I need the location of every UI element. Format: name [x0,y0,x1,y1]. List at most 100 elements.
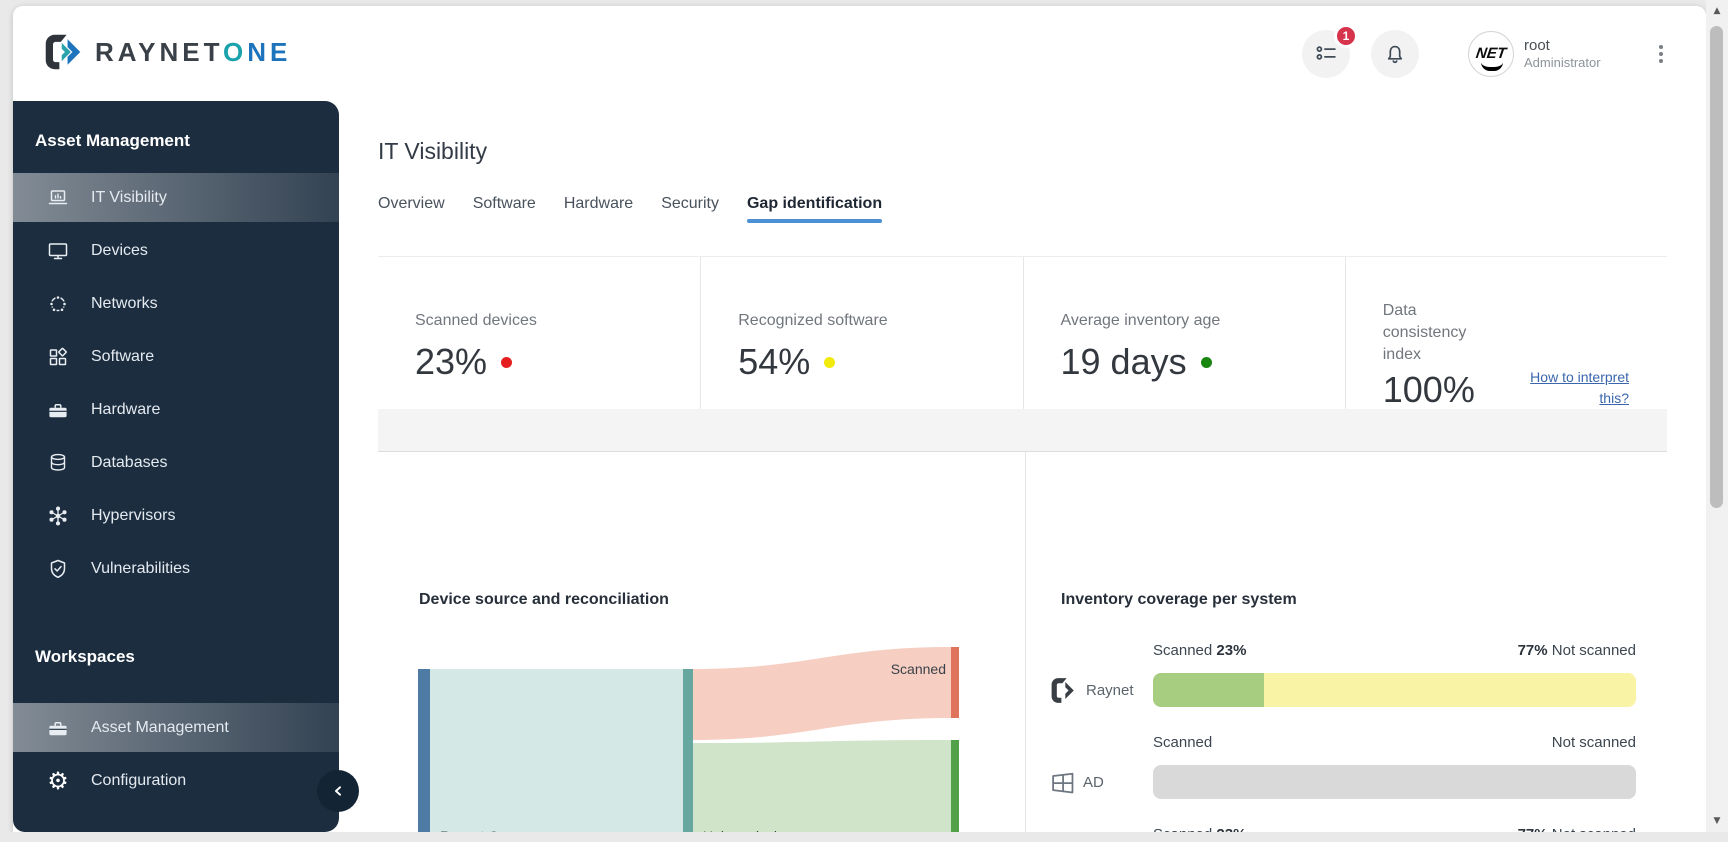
sankey-title: Device source and reconciliation [419,591,669,608]
sankey-flow-source [430,669,683,832]
coverage-bar-no-data [1153,765,1636,799]
stat-card-average-inventory-age: Average inventory age 19 days [1022,257,1345,409]
user-meta: root Administrator [1524,37,1642,70]
sidebar-item-configuration[interactable]: ⚙ Configuration [13,756,339,805]
coverage-bar-scanned-segment [1153,673,1265,707]
stat-value: 19 days [1060,341,1187,382]
sidebar-item-label: IT Visibility [91,188,167,206]
scrollbar-thumb[interactable] [1710,26,1723,508]
sankey-node-not-scanned [951,740,959,832]
app-window: RAYNETONE 1 NET root Administrator Asset… [13,6,1706,832]
coverage-bar-notscanned-segment [1264,673,1636,707]
page-title: IT Visibility [378,138,488,164]
sidebar-item-label: Networks [91,294,158,312]
sidebar-item-hypervisors[interactable]: Hypervisors [13,491,339,540]
panel-divider [1025,452,1026,832]
sankey-label-scanned: Scanned [891,661,946,677]
stat-value: 54% [738,341,811,382]
sidebar: Asset Management IT Visibility Devices N… [13,101,339,832]
tab-overview[interactable]: Overview [378,192,445,223]
raynet-logo-icon [1051,677,1074,703]
page-bottom-strip [0,832,1728,842]
stat-value: 23% [415,341,488,382]
tab-security[interactable]: Security [661,192,719,223]
sidebar-item-label: Vulnerabilities [91,559,191,577]
avatar-text: NET [1474,45,1508,62]
user-name: root [1524,37,1550,54]
scroll-up-arrow[interactable]: ▲ [1706,2,1728,20]
status-dot [1200,356,1212,368]
sidebar-item-label: Hypervisors [91,506,176,524]
scroll-down-arrow[interactable]: ▼ [1706,812,1728,830]
tab-hardware[interactable]: Hardware [564,192,633,223]
sidebar-item-label: Configuration [91,771,187,789]
coverage-title: Inventory coverage per system [1061,591,1297,608]
vertical-scrollbar[interactable]: ▲ ▼ [1706,0,1728,832]
main-content: IT Visibility Overview Software Hardware… [339,101,1706,832]
coverage-row-raynet: Scanned 23% 77% Not scanned Raynet [1049,642,1636,712]
chevron-left-icon [334,786,342,796]
sidebar-item-label: Hardware [91,400,161,418]
sidebar-workspace-list: Asset Management ⚙ Configuration [13,703,339,805]
user-role: Administrator [1524,55,1601,70]
system-label-ad: AD [1049,765,1149,799]
cards-scroll-track[interactable] [378,409,1667,452]
top-header: RAYNETONE 1 NET root Administrator [13,6,1706,101]
sankey-flow-not-scanned [693,740,951,832]
sidebar-item-label: Asset Management [91,718,229,736]
sidebar-list: IT Visibility Devices Networks Software … [13,173,339,593]
stat-label: Recognized software [738,312,888,329]
notifications-button[interactable] [1371,29,1419,78]
laptop-icon [47,187,69,209]
raynetone-logo-icon [45,34,81,70]
tasks-icon [1316,46,1336,60]
sidebar-item-label: Devices [91,241,148,259]
shield-check-icon [47,558,69,580]
tasks-badge: 1 [1334,23,1358,48]
avatar[interactable]: NET [1468,30,1514,77]
sidebar-item-devices[interactable]: Devices [13,226,339,275]
not-scanned-label: Not scanned [1551,734,1636,751]
toolbox-icon [47,399,69,421]
sidebar-item-networks[interactable]: Networks [13,279,339,328]
sankey-node-unique-devices [683,669,693,832]
scanned-label: Scanned 23% [1153,642,1247,659]
stat-card-data-consistency-index: Data consistency index 100% How to inter… [1344,257,1667,410]
not-scanned-label: 77% Not scanned [1517,642,1636,659]
coverage-row-ad: Scanned Not scanned AD [1049,734,1636,804]
tasks-button[interactable]: 1 [1302,23,1358,78]
sidebar-item-vulnerabilities[interactable]: Vulnerabilities [13,544,339,593]
sidebar-section-title: Workspaces [35,647,135,666]
status-dot [824,356,836,368]
system-label-raynet: Raynet [1049,673,1149,707]
sidebar-section-title: Asset Management [35,131,190,150]
tab-bar: Overview Software Hardware Security Gap … [378,192,883,223]
raynetone-logo[interactable]: RAYNETONE [42,32,291,72]
sidebar-item-databases[interactable]: Databases [13,438,339,487]
how-to-interpret-link[interactable]: How to interpret this? [1517,367,1629,409]
sankey-node-scanned [951,647,959,718]
header-actions: 1 NET root Administrator [1302,6,1706,101]
brand-wordmark: RAYNETONE [95,36,292,67]
database-icon [47,452,69,474]
gear-icon: ⚙ [47,766,69,795]
active-tab-underline [746,219,883,223]
sidebar-item-asset-management[interactable]: Asset Management [13,703,339,752]
software-icon [47,346,69,368]
scanned-label: Scanned [1153,734,1213,751]
sidebar-item-software[interactable]: Software [13,332,339,381]
kebab-menu-icon[interactable] [1648,37,1674,71]
hypervisor-icon [47,505,69,527]
sidebar-collapse-button[interactable] [317,770,359,812]
sankey-node-raynet-one [418,669,430,832]
sidebar-item-it-visibility[interactable]: IT Visibility [13,173,339,222]
status-dot [501,356,513,368]
toolbox-icon [47,717,69,739]
tab-software[interactable]: Software [473,192,536,223]
tab-gap-identification[interactable]: Gap identification [746,192,883,223]
network-icon [47,293,69,315]
stat-card-scanned-devices: Scanned devices 23% [378,257,700,409]
sidebar-item-label: Databases [91,453,168,471]
sidebar-item-hardware[interactable]: Hardware [13,385,339,434]
coverage-bar [1153,765,1636,799]
